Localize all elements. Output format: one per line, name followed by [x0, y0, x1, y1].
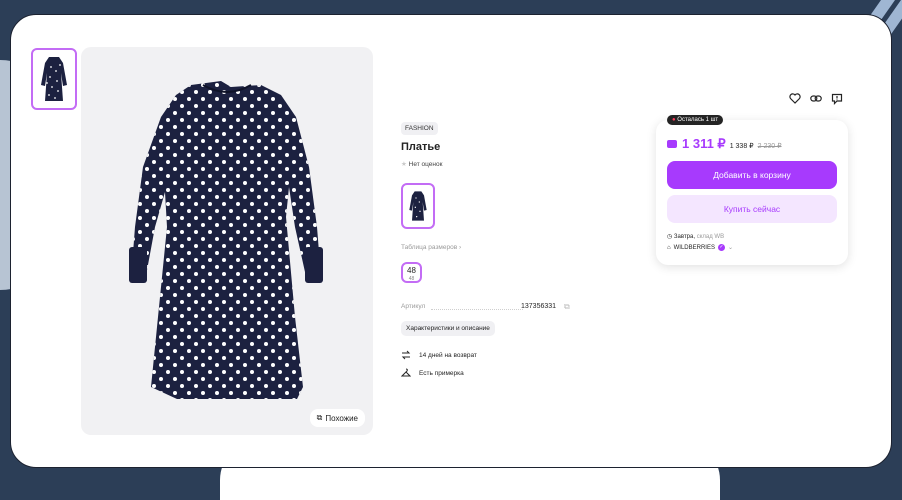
size-sub: 48	[408, 276, 415, 282]
product-actions	[789, 93, 843, 105]
product-photo[interactable]: ⧉ Похожие	[81, 47, 373, 435]
price-row: 1 311 ₽ 1 338 ₽ 2 230 ₽	[667, 136, 782, 152]
fire-icon: ●	[672, 117, 676, 123]
rating-text: Нет оценок	[408, 161, 443, 168]
delivery-info: ◷ Завтра, склад WB	[667, 233, 724, 240]
copy-icon[interactable]: ⧉	[564, 302, 570, 312]
product-title: Платье	[401, 141, 441, 153]
dress-image	[129, 81, 323, 399]
gallery-thumbnail[interactable]	[31, 48, 77, 110]
return-text: 14 дней на возврат	[419, 351, 477, 359]
return-info: 14 дней на возврат	[401, 350, 477, 360]
stock-text: Осталась 1 шт	[677, 117, 719, 123]
similar-button[interactable]: ⧉ Похожие	[309, 409, 365, 427]
brand-badge[interactable]: FASHION	[401, 122, 438, 135]
wallet-icon	[667, 140, 677, 148]
characteristics-button[interactable]: Характеристики и описание	[401, 321, 495, 336]
article-value: 137356331	[521, 303, 557, 310]
hanger-icon	[401, 368, 411, 377]
rating: ★ Нет оценок	[401, 160, 442, 168]
price-regular: 1 338 ₽	[729, 143, 754, 150]
size-value: 48	[407, 266, 416, 275]
price-wallet: 1 311 ₽	[682, 136, 726, 151]
store-icon: ⌂	[667, 244, 671, 251]
delivery-day: Завтра,	[673, 234, 696, 240]
return-arrows-icon	[401, 350, 411, 360]
size-table-link[interactable]: Таблица размеров ›	[401, 244, 461, 251]
buy-now-button[interactable]: Купить сейчас	[667, 195, 837, 223]
heart-icon[interactable]	[789, 93, 801, 104]
fitting-info: Есть примерка	[401, 368, 464, 378]
verified-icon: ✓	[717, 244, 725, 251]
seller-name: WILDBERRIES	[673, 244, 715, 251]
similar-label: Похожие	[325, 413, 358, 423]
dress-variant-image	[409, 191, 427, 221]
article-label: Артикул	[401, 303, 426, 310]
stock-badge: ● Осталась 1 шт	[667, 115, 724, 125]
clock-icon: ◷	[667, 234, 673, 240]
similar-icon: ⧉	[316, 413, 323, 422]
color-variant-thumbnail[interactable]	[401, 183, 435, 229]
dress-thumbnail-image	[41, 57, 67, 101]
link-icon[interactable]	[810, 93, 822, 104]
add-to-cart-button[interactable]: Добавить в корзину	[667, 161, 837, 189]
chevron-down-icon: ⌄	[727, 245, 733, 251]
dotted-leader	[431, 309, 523, 310]
size-option[interactable]: 48 48	[401, 262, 422, 283]
seller-info[interactable]: ⌂ WILDBERRIES ✓ ⌄	[667, 244, 733, 251]
chevron-right-icon: ›	[459, 244, 462, 251]
star-icon: ★	[401, 161, 407, 168]
size-table-label: Таблица размеров	[401, 244, 458, 251]
product-card: ⧉ Похожие FASHION Платье ★ Нет оценок Та…	[10, 14, 892, 468]
flag-icon[interactable]	[831, 93, 843, 105]
delivery-warehouse: склад WB	[696, 234, 725, 240]
fitting-text: Есть примерка	[419, 369, 464, 377]
price-old: 2 230 ₽	[757, 143, 782, 150]
